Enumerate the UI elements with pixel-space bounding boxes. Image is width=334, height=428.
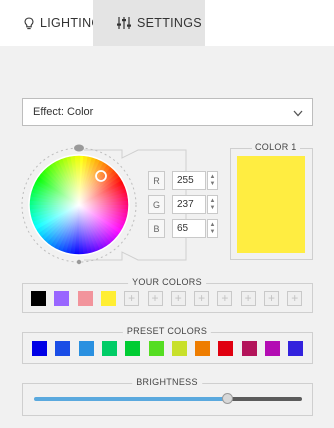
r-stepper[interactable]: ▲ ▼ [207,171,218,190]
preset-colors-label: PRESET COLORS [122,326,212,336]
preset-color-swatch[interactable] [78,341,94,356]
brightness-thumb[interactable] [221,393,233,404]
tab-settings[interactable]: SETTINGS [93,0,205,46]
g-input[interactable]: 237 [172,195,206,214]
your-color-swatch[interactable] [31,291,46,306]
stepper-up-icon[interactable]: ▲ [210,198,216,205]
g-stepper[interactable]: ▲ ▼ [207,195,218,214]
wheel-handle-bottom[interactable] [76,259,82,265]
add-color-icon[interactable]: + [287,291,303,306]
r-input[interactable]: 255 [172,171,206,190]
bulb-icon [24,16,34,30]
stepper-down-icon[interactable]: ▼ [210,205,216,212]
your-color-swatch[interactable] [100,291,116,306]
color1-swatch[interactable] [237,156,305,253]
chevron-down-icon [293,108,303,120]
stepper-up-icon[interactable]: ▲ [210,174,216,181]
your-colors-label: YOUR COLORS [128,277,206,287]
preset-color-swatch[interactable] [125,341,141,356]
preset-color-swatch[interactable] [55,341,71,356]
g-label: G [148,195,165,214]
add-color-icon[interactable]: + [124,291,140,306]
add-color-icon[interactable]: + [147,291,163,306]
preset-color-swatch[interactable] [241,341,257,356]
brightness-track[interactable] [226,397,302,401]
tab-bar: LIGHTING SETTINGS [0,0,334,46]
stepper-down-icon[interactable]: ▼ [210,229,216,236]
stepper-down-icon[interactable]: ▼ [210,181,216,188]
add-color-icon[interactable]: + [170,291,186,306]
stepper-up-icon[interactable]: ▲ [210,222,216,229]
tab-lighting[interactable]: LIGHTING [0,0,101,46]
your-color-swatch[interactable] [77,291,93,306]
add-color-icon[interactable]: + [240,291,256,306]
preset-color-swatch[interactable] [288,341,304,356]
preset-color-swatch[interactable] [265,341,280,356]
preset-color-swatch[interactable] [101,341,117,356]
r-label: R [148,171,165,190]
color1-label: COLOR 1 [252,142,300,152]
rgb-row-g: G 237 ▲ ▼ [148,195,218,214]
effect-dropdown-value: Effect: Color [33,106,94,118]
add-color-icon[interactable]: + [217,291,233,306]
b-input[interactable]: 65 [172,219,206,238]
tab-settings-label: SETTINGS [137,16,202,30]
add-color-icon[interactable]: + [264,291,279,306]
effect-dropdown[interactable]: Effect: Color [22,98,313,126]
wheel-handle-top[interactable] [74,144,84,152]
rgb-row-b: B 65 ▲ ▼ [148,219,218,238]
preset-color-swatch[interactable] [218,341,234,356]
rgb-row-r: R 255 ▲ ▼ [148,171,218,190]
preset-color-swatch[interactable] [148,341,164,356]
preset-color-swatch[interactable] [195,341,211,356]
your-color-swatch[interactable] [54,291,70,306]
brightness-fill[interactable] [34,397,227,401]
preset-color-swatch[interactable] [32,341,47,356]
b-stepper[interactable]: ▲ ▼ [207,219,218,238]
b-label: B [148,219,165,238]
brightness-label: BRIGHTNESS [132,377,202,387]
add-color-icon[interactable]: + [194,291,210,306]
sliders-icon [117,17,131,29]
preset-color-swatch[interactable] [171,341,187,356]
